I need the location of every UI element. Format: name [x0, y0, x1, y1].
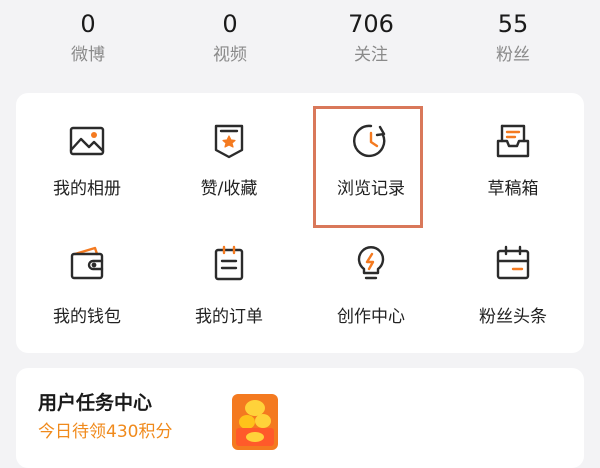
stat-video-count: 0 — [222, 10, 238, 38]
stat-video-label: 视频 — [213, 45, 247, 65]
grid-item-label: 创作中心 — [337, 307, 405, 327]
grid-item-label: 粉丝头条 — [479, 307, 547, 327]
calendar-card-icon — [495, 245, 531, 281]
stat-following[interactable]: 706 关注 — [311, 8, 431, 67]
grid-item-orders[interactable]: 我的订单 — [158, 223, 300, 353]
stat-weibo-count: 0 — [80, 10, 96, 38]
stat-video[interactable]: 0 视频 — [170, 8, 290, 67]
stat-fans-label: 粉丝 — [496, 45, 530, 65]
task-center-points: 今日待领430积分 — [38, 422, 173, 442]
grid-item-label: 我的钱包 — [53, 307, 121, 327]
order-clipboard-icon — [211, 245, 247, 281]
coin-gift-icon — [232, 394, 278, 450]
grid-item-label: 赞/收藏 — [200, 179, 258, 199]
stat-following-count: 706 — [348, 10, 394, 38]
grid-item-creator-center[interactable]: 创作中心 — [300, 223, 442, 353]
grid-item-wallet[interactable]: 我的钱包 — [16, 223, 158, 353]
favorites-badge-icon — [211, 123, 247, 159]
task-center-title: 用户任务中心 — [38, 392, 153, 414]
wallet-icon — [69, 245, 105, 281]
lightbulb-icon — [353, 245, 389, 281]
grid-item-label: 我的相册 — [53, 179, 121, 199]
stat-fans-count: 55 — [497, 10, 529, 38]
profile-stats-row: 0 微博 0 视频 706 关注 55 粉丝 — [0, 0, 600, 86]
grid-item-photo-album[interactable]: 我的相册 — [16, 93, 158, 223]
drafts-tray-icon — [495, 123, 531, 159]
highlight-box — [313, 106, 423, 228]
grid-item-fans-headline[interactable]: 粉丝头条 — [442, 223, 584, 353]
stat-weibo-label: 微博 — [71, 45, 105, 65]
stat-fans[interactable]: 55 粉丝 — [453, 8, 573, 67]
stat-following-label: 关注 — [354, 45, 388, 65]
grid-item-label: 我的订单 — [195, 307, 263, 327]
grid-item-label: 草稿箱 — [487, 179, 539, 199]
task-center-card[interactable]: 用户任务中心 今日待领430积分 — [16, 368, 584, 468]
grid-item-drafts[interactable]: 草稿箱 — [442, 93, 584, 223]
stat-weibo[interactable]: 0 微博 — [28, 8, 148, 67]
grid-item-favorites[interactable]: 赞/收藏 — [158, 93, 300, 223]
photo-album-icon — [69, 123, 105, 159]
feature-grid-card: 我的相册 赞/收藏 浏览记录 草稿箱 我的钱包 我的订单 创作中心 粉丝头条 — [16, 93, 584, 353]
